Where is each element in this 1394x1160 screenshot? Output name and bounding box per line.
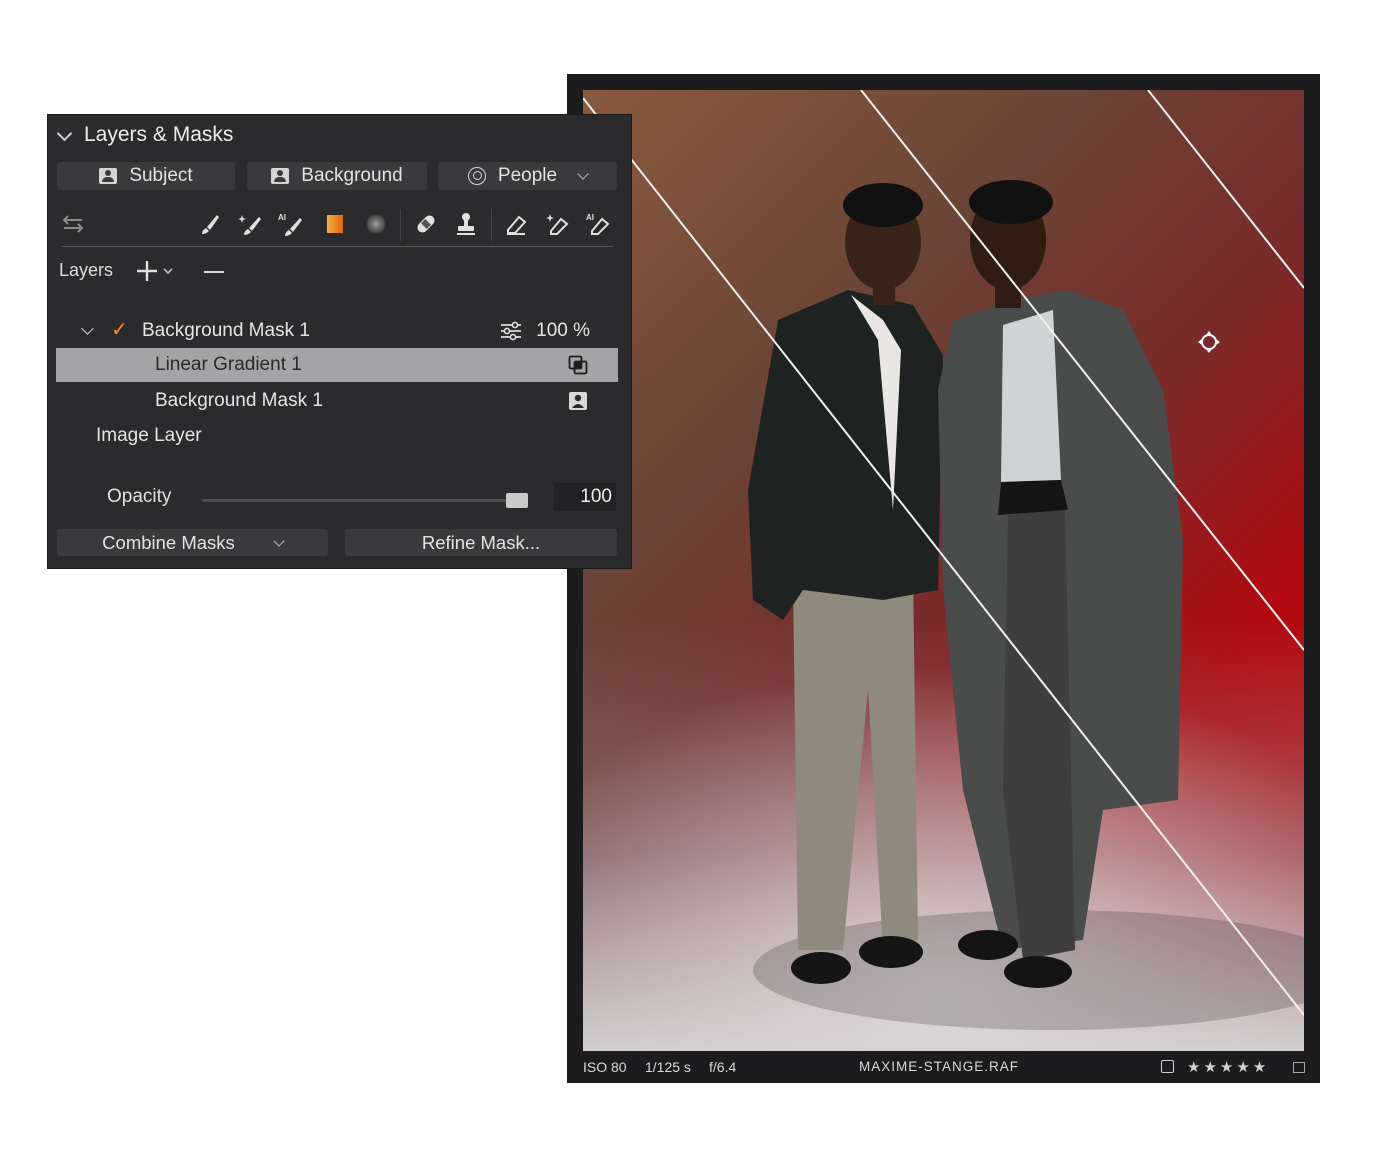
adjustments-icon[interactable] [60,211,86,237]
subject-mask-button[interactable]: Subject [57,162,235,190]
visibility-check-icon[interactable]: ✓ [111,317,128,342]
magic-brush-icon[interactable] [237,211,263,237]
subject-icon [99,168,118,184]
combine-masks-label: Combine Masks [102,531,235,553]
intersect-mask-icon[interactable] [568,355,588,375]
brush-icon[interactable] [197,211,223,237]
background-mask-row[interactable]: Background Mask 1 [56,384,618,418]
select-checkbox[interactable] [1161,1060,1174,1073]
chevron-down-icon [273,534,285,547]
image-layer-label: Image Layer [96,425,202,446]
adjustments-sliders-icon[interactable] [500,321,522,341]
mask-toolbar: AI AI [48,203,631,247]
layers-label: Layers [59,260,114,280]
magic-eraser-icon[interactable] [544,211,570,237]
aperture-readout: f/6.4 [709,1059,737,1075]
layers-masks-panel: Layers & Masks Subject Background People… [48,115,631,568]
opacity-value-field[interactable]: 100 [554,483,616,511]
chevron-down-icon [577,168,589,180]
eraser-icon[interactable] [503,211,529,237]
photo-canvas[interactable] [583,90,1304,1051]
chevron-down-icon [56,125,73,141]
image-viewer: ISO 80 1/125 s f/6.4 MAXIME-STANGE.RAF ★… [567,74,1320,1083]
gradient-move-handle-icon [1198,331,1220,353]
background-icon [271,168,290,184]
subject-label: Subject [129,165,193,186]
mask-group-label: Background Mask 1 [142,320,310,341]
people-icon [467,167,486,185]
bg-mask-item-label: Background Mask 1 [155,390,323,411]
linear-gradient-row-selected[interactable]: Linear Gradient 1 [56,348,618,382]
linear-gradient-icon[interactable] [322,211,348,237]
panel-title: Layers & Masks [84,123,234,146]
shutter-readout: 1/125 s [645,1059,691,1075]
color-tag-icon[interactable] [1293,1062,1305,1073]
svg-text:AI: AI [278,213,286,222]
svg-text:AI: AI [586,213,594,222]
ai-brush-icon[interactable]: AI [277,211,303,237]
background-mask-icon [569,392,587,410]
panel-header[interactable]: Layers & Masks [56,119,233,151]
radial-gradient-icon[interactable] [363,211,389,237]
heal-icon[interactable] [413,211,439,237]
gradient-item-label: Linear Gradient 1 [155,354,302,375]
ai-eraser-icon[interactable]: AI [585,211,611,237]
people-label: People [497,165,558,186]
divider [62,246,613,247]
background-label: Background [301,165,403,186]
viewer-status-bar: ISO 80 1/125 s f/6.4 MAXIME-STANGE.RAF ★… [567,1051,1320,1083]
refine-mask-button[interactable]: Refine Mask... [345,529,617,556]
background-mask-button[interactable]: Background [247,162,427,190]
mask-group-row[interactable]: ✓ Background Mask 1 100 % [56,314,618,348]
combine-masks-dropdown[interactable]: Combine Masks [57,529,328,556]
opacity-slider-thumb[interactable] [506,493,528,508]
star-rating[interactable]: ★★★★★ [1187,1058,1269,1076]
photo-illustration [583,90,1304,1030]
opacity-slider-track[interactable] [202,499,518,502]
iso-readout: ISO 80 [583,1059,627,1075]
add-layer-button[interactable] [137,258,177,284]
refine-mask-label: Refine Mask... [421,531,541,553]
people-mask-dropdown[interactable]: People [438,162,617,190]
image-layer-row[interactable]: Image Layer [56,419,618,453]
chevron-down-icon[interactable] [81,322,94,335]
filename: MAXIME-STANGE.RAF [859,1059,1020,1074]
clone-stamp-icon[interactable] [453,211,479,237]
remove-layer-button[interactable] [204,271,224,273]
opacity-label: Opacity [107,486,172,507]
mask-opacity-value: 100 % [536,320,590,341]
